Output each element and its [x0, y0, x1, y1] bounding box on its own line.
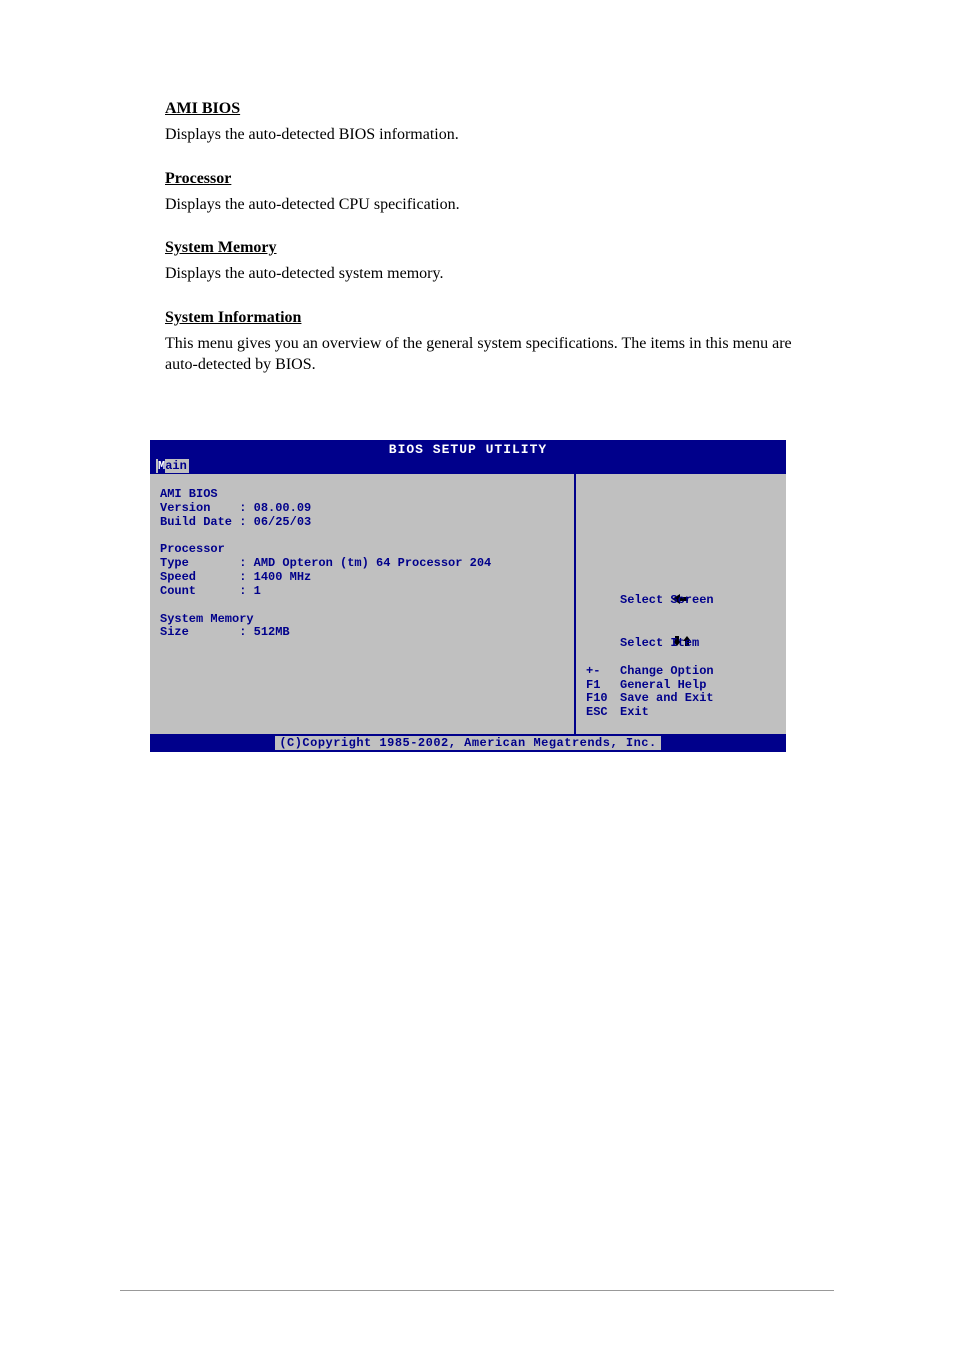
- arrow-left-icon: [586, 580, 612, 622]
- bios-help-select-screen: Select Screen: [586, 580, 776, 622]
- bios-help-key-f1: F1: [586, 679, 612, 693]
- heading-system-memory: System Memory: [165, 239, 794, 257]
- bios-copyright: (C)Copyright 1985-2002, American Megatre…: [275, 736, 660, 750]
- text-system-memory: Displays the auto-detected system memory…: [165, 263, 794, 285]
- bios-processor-header: Processor: [160, 543, 564, 557]
- bios-help-key-esc: ESC: [586, 706, 612, 720]
- bios-help-general-help-label: General Help: [620, 679, 706, 693]
- bios-help-key-f10: F10: [586, 692, 612, 706]
- bios-help-select-item: Select Item: [586, 622, 776, 664]
- bios-tab-main-rest: ain: [165, 459, 187, 473]
- text-ami-bios: Displays the auto-detected BIOS informat…: [165, 124, 794, 146]
- bios-version-line: Version : 08.00.09: [160, 502, 564, 516]
- bios-size-line: Size : 512MB: [160, 626, 564, 640]
- bios-tab-main[interactable]: Main: [156, 459, 189, 473]
- page-footer-rule: [120, 1290, 834, 1291]
- bios-memory-header: System Memory: [160, 613, 564, 627]
- section-ami-bios: AMI BIOS Displays the auto-detected BIOS…: [165, 100, 794, 146]
- bios-right-pane: Select Screen Select Item +- Change Opti…: [576, 474, 786, 734]
- bios-screenshot: BIOS SETUP UTILITY Main AMI BIOS Version…: [150, 440, 786, 752]
- bios-help-select-item-label: Select Item: [620, 637, 699, 651]
- section-system-information: System Information This menu gives you a…: [165, 309, 794, 376]
- bios-help-general-help: F1 General Help: [586, 679, 776, 693]
- arrow-up-down-icon: [586, 622, 612, 664]
- bios-tab-row: Main: [150, 459, 786, 474]
- heading-system-information: System Information: [165, 309, 794, 327]
- section-processor: Processor Displays the auto-detected CPU…: [165, 170, 794, 216]
- bios-help-select-screen-label: Select Screen: [620, 594, 714, 608]
- bios-speed-line: Speed : 1400 MHz: [160, 571, 564, 585]
- bios-help-change-option-label: Change Option: [620, 665, 714, 679]
- text-processor: Displays the auto-detected CPU specifica…: [165, 194, 794, 216]
- heading-ami-bios: AMI BIOS: [165, 100, 794, 118]
- bios-help-exit-label: Exit: [620, 706, 649, 720]
- bios-count-line: Count : 1: [160, 585, 564, 599]
- bios-body: AMI BIOS Version : 08.00.09 Build Date :…: [150, 474, 786, 734]
- heading-processor: Processor: [165, 170, 794, 188]
- bios-build-line: Build Date : 06/25/03: [160, 516, 564, 530]
- bios-help-key-plusminus: +-: [586, 665, 612, 679]
- bios-ami-header: AMI BIOS: [160, 488, 564, 502]
- bios-left-pane: AMI BIOS Version : 08.00.09 Build Date :…: [150, 474, 576, 734]
- bios-help-save-exit-label: Save and Exit: [620, 692, 714, 706]
- bios-title-bar: BIOS SETUP UTILITY: [150, 440, 786, 459]
- bios-type-line: Type : AMD Opteron (tm) 64 Processor 204: [160, 557, 564, 571]
- section-system-memory: System Memory Displays the auto-detected…: [165, 239, 794, 285]
- text-system-information: This menu gives you an overview of the g…: [165, 333, 794, 376]
- bios-help-change-option: +- Change Option: [586, 665, 776, 679]
- bios-help-exit: ESC Exit: [586, 706, 776, 720]
- bios-help-save-exit: F10 Save and Exit: [586, 692, 776, 706]
- bios-footer: (C)Copyright 1985-2002, American Megatre…: [150, 734, 786, 752]
